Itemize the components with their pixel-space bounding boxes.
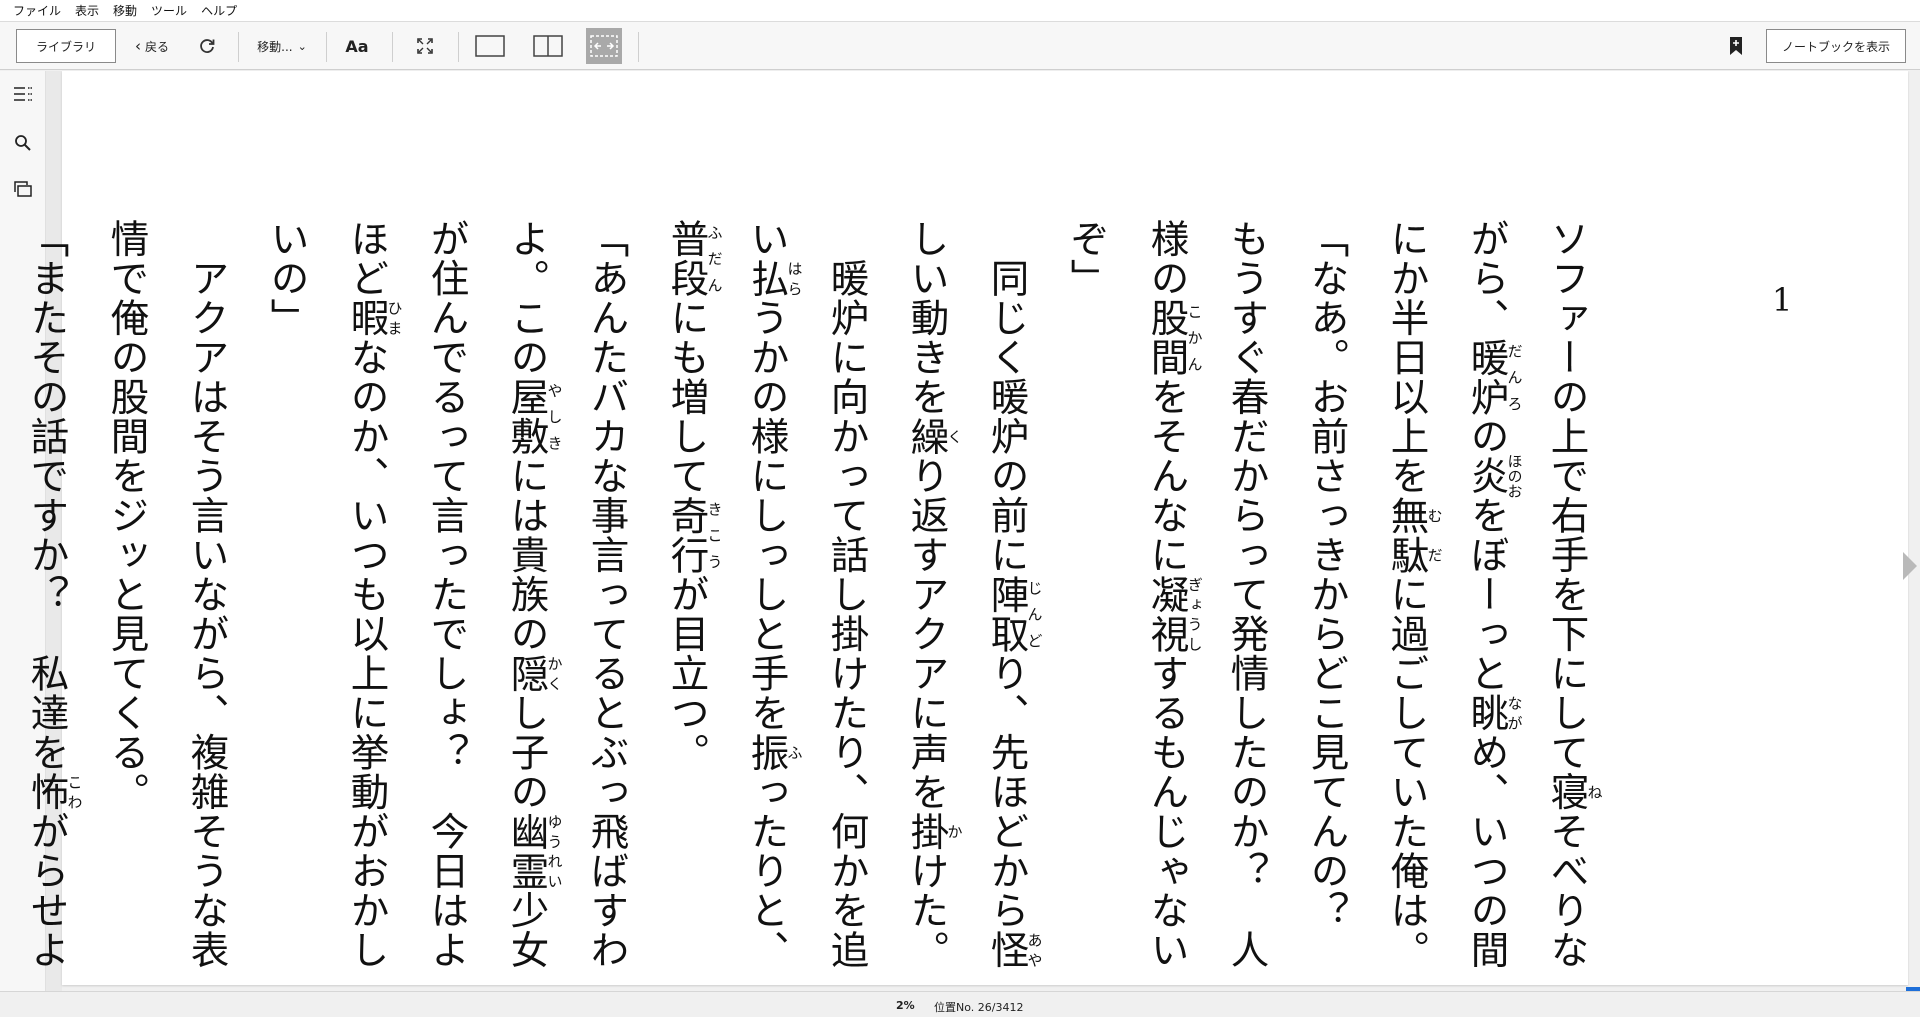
ruby-word: 炎ほのお — [1464, 453, 1524, 499]
font-settings-button[interactable]: Aa — [340, 28, 374, 64]
chapter-number: 1 — [1772, 281, 1793, 319]
ruby-word: 屋敷やしき — [504, 377, 564, 456]
paragraph: ソファーの上で右手を下にして寝ねそべりながら、暖炉だんろの炎ほのおをぼーっと眺な… — [1384, 219, 1604, 970]
fit-page-icon — [590, 35, 618, 57]
reading-location: 位置No. 26/3412 — [934, 1001, 1024, 1014]
menu-bar: ファイル 表示 移動 ツール ヘルプ — [0, 0, 1920, 22]
paragraph: アクアはそう言いながら、複雑そうな表情で俺の股間をジッと見てくる。 — [104, 219, 229, 970]
paragraph: 「あんたバカな事言ってるとぶっ飛ばすわよ。この屋敷やしきには貴族の隠かくし子の幽… — [264, 219, 629, 970]
ruby-word: 無駄むだ — [1384, 495, 1444, 575]
status-bar: 2% 位置No. 26/3412 — [0, 991, 1920, 1017]
ruby-word: 怪あや — [984, 930, 1044, 970]
back-label: 戻る — [144, 39, 169, 54]
ruby-word: 繰く — [904, 416, 964, 457]
ruby-word: 凝視ぎょうし — [1144, 574, 1204, 654]
search-button[interactable] — [9, 129, 37, 157]
toolbar-divider — [326, 32, 327, 62]
next-page-icon[interactable] — [1903, 552, 1917, 580]
toolbar-divider — [392, 32, 393, 62]
book-text[interactable]: ソファーの上で右手を下にして寝ねそべりながら、暖炉だんろの炎ほのおをぼーっと眺な… — [0, 219, 1606, 999]
ruby-word: 普段ふだん — [664, 219, 724, 298]
two-page-icon — [533, 35, 563, 57]
book-page: 1 ソファーの上で右手を下にして寝ねそべりながら、暖炉だんろの炎ほのおをぼーっと… — [24, 71, 1908, 985]
ruby-word: 掛か — [904, 811, 964, 852]
show-notebook-button[interactable]: ノートブックを表示 — [1766, 29, 1906, 63]
single-page-button[interactable] — [472, 28, 508, 64]
ruby-word: 寝ね — [1544, 772, 1604, 812]
ruby-word: 幽霊ゆうれい — [504, 811, 564, 891]
goto-label: 移動... — [257, 39, 293, 54]
menu-view[interactable]: 表示 — [68, 0, 106, 22]
fullscreen-button[interactable] — [410, 28, 440, 64]
bookmark-add-icon — [1730, 37, 1742, 55]
ruby-word: 振ふ — [744, 732, 804, 773]
toc-icon — [14, 87, 32, 101]
cards-icon — [14, 181, 32, 197]
paragraph: 同じく暖炉の前に陣取じんどり、先ほどから怪あやしい動きを繰くり返すアクアに声を掛… — [904, 219, 1044, 970]
chevron-down-icon: ⌄ — [297, 39, 307, 53]
ruby-word: 眺なが — [1464, 693, 1524, 733]
refresh-button[interactable] — [192, 28, 222, 64]
chevron-left-icon: ‹ — [134, 37, 141, 55]
toolbar: ライブラリ ‹ 戻る 移動... ⌄ Aa ノートブックを表示 — [0, 22, 1920, 70]
toolbar-divider — [458, 32, 459, 62]
ruby-word: 暇ひま — [344, 298, 404, 338]
toolbar-divider — [638, 32, 639, 62]
ruby-word: 払はら — [744, 258, 804, 299]
paragraph: 「なあ。お前さっきからどこ見てんの？ もうすぐ春だからって発情したのか？ 人様の… — [1064, 219, 1349, 970]
fullscreen-icon — [417, 38, 433, 54]
cards-button[interactable] — [9, 175, 37, 203]
reading-progress-percent: 2% — [896, 999, 915, 1012]
menu-tools[interactable]: ツール — [144, 0, 194, 22]
two-page-button[interactable] — [530, 28, 566, 64]
menu-help[interactable]: ヘルプ — [194, 0, 244, 22]
toc-button[interactable] — [9, 80, 37, 108]
ruby-word: 股間こかん — [1144, 298, 1204, 377]
menu-file[interactable]: ファイル — [6, 0, 68, 22]
ruby-word: 暖炉だんろ — [1464, 337, 1524, 417]
ruby-word: 隠かく — [504, 653, 564, 694]
fit-page-button[interactable] — [586, 28, 622, 64]
paragraph: 「またその話ですか？ 私達を怖こわがらせようとしてもそうはいきませんよ？ ……ち… — [24, 219, 84, 970]
back-button[interactable]: ‹ 戻る — [128, 28, 176, 64]
paragraph: 暖炉に向かって話し掛けたり、何かを追い払はらうかの様にしっしと手を振ふったりと、… — [664, 219, 869, 970]
goto-dropdown[interactable]: 移動... ⌄ — [250, 28, 314, 64]
ruby-word: 怖こわ — [24, 772, 84, 812]
search-icon — [15, 135, 31, 151]
toolbar-divider — [238, 32, 239, 62]
ruby-word: 奇行きこう — [664, 495, 724, 575]
ruby-word: 陣取じんど — [984, 574, 1044, 654]
single-page-icon — [475, 35, 505, 57]
library-button[interactable]: ライブラリ — [16, 29, 116, 63]
bookmark-button[interactable] — [1722, 28, 1750, 64]
menu-go[interactable]: 移動 — [106, 0, 144, 22]
refresh-icon — [200, 39, 215, 53]
